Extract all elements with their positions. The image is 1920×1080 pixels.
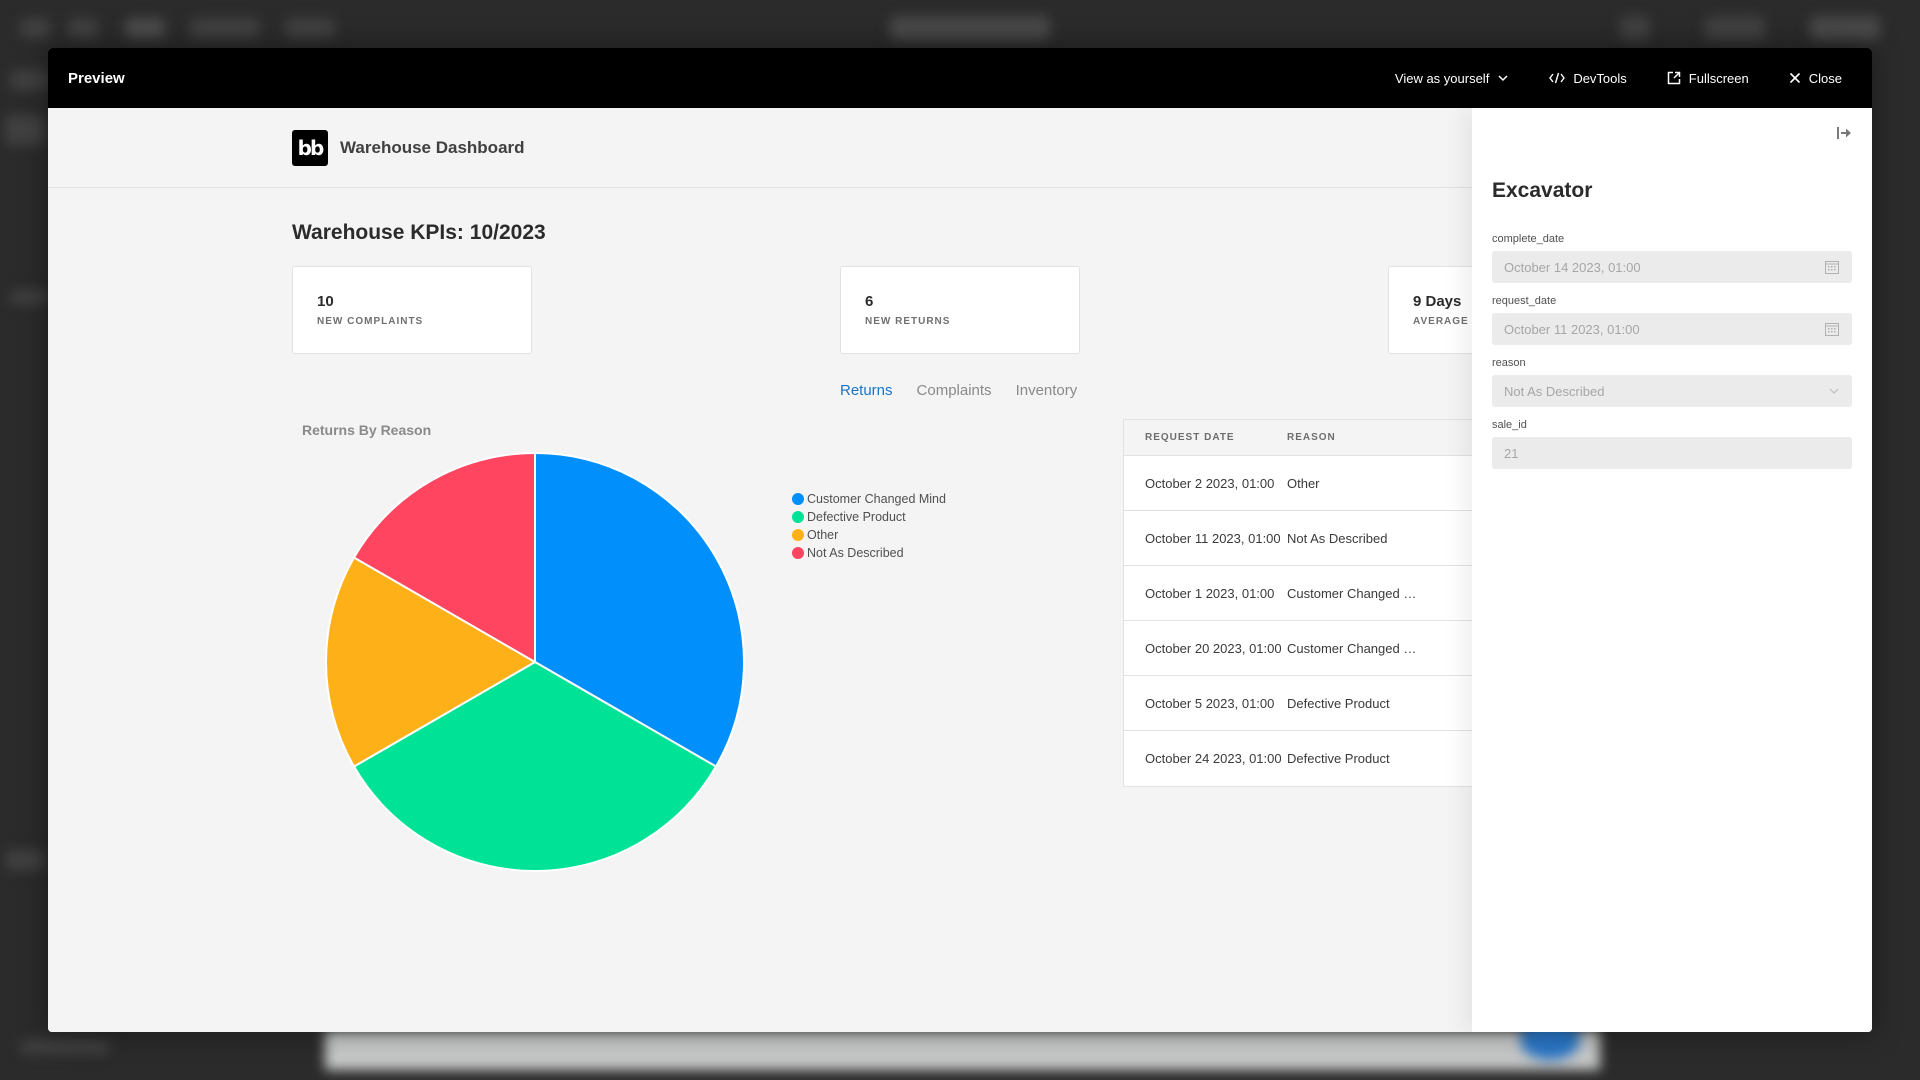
field-value: October 14 2023, 01:00 (1504, 259, 1641, 275)
cell-request-date: October 20 2023, 01:00 (1145, 640, 1282, 656)
legend-marker (792, 511, 804, 523)
table-header: Request Date Reason (1124, 420, 1483, 456)
legend-item[interactable]: Defective Product (792, 508, 946, 526)
external-link-icon (1667, 71, 1681, 85)
close-label: Close (1808, 70, 1842, 86)
field-value: 21 (1504, 445, 1519, 461)
legend-item[interactable]: Other (792, 526, 946, 544)
kpi-card-returns: 6 New Returns (840, 266, 1080, 354)
table-row[interactable]: October 20 2023, 01:00 Customer Changed … (1124, 621, 1483, 676)
code-icon (1549, 72, 1566, 84)
cell-reason: Defective Product (1287, 751, 1390, 766)
kpi-label: New Complaints (317, 316, 424, 327)
cell-reason: Other (1287, 475, 1320, 491)
calendar-icon[interactable] (1824, 321, 1840, 337)
tab-inventory[interactable]: Inventory (1016, 382, 1078, 399)
cell-reason: Customer Changed Mind (1287, 585, 1427, 601)
table-row[interactable]: October 2 2023, 01:00 Other (1124, 456, 1483, 511)
tab-complaints[interactable]: Complaints (917, 382, 992, 399)
table-row[interactable]: October 24 2023, 01:00 Defective Product (1124, 731, 1483, 786)
fullscreen-label: Fullscreen (1688, 70, 1749, 86)
table-row[interactable]: October 11 2023, 01:00 Not As Described (1124, 511, 1483, 566)
app-header: bb Warehouse Dashboard (48, 108, 1472, 188)
view-as-dropdown[interactable]: View as yourself (1375, 48, 1529, 108)
cell-request-date: October 2 2023, 01:00 (1145, 475, 1275, 491)
cell-request-date: October 1 2023, 01:00 (1145, 585, 1275, 601)
kpi-label: New Returns (865, 316, 951, 327)
reason-select[interactable]: Not As Described (1492, 375, 1852, 407)
chevron-down-icon (1497, 72, 1509, 84)
cell-reason: Not As Described (1287, 530, 1388, 546)
field-label: request_date (1492, 295, 1557, 307)
kpi-value: 10 (317, 293, 334, 310)
field-sale-id: sale_id 21 (1492, 419, 1852, 469)
field-reason: reason Not As Described (1492, 357, 1852, 407)
close-button[interactable]: Close (1769, 48, 1852, 108)
details-form: complete_date October 14 2023, 01:00 req… (1492, 233, 1852, 481)
legend-label: Defective Product (807, 510, 906, 524)
devtools-button[interactable]: DevTools (1529, 48, 1646, 108)
complete-date-input[interactable]: October 14 2023, 01:00 (1492, 251, 1852, 283)
preview-topbar: Preview View as yourself DevTools Fullsc… (48, 48, 1872, 108)
legend-marker (792, 493, 804, 505)
legend-label: Not As Described (807, 546, 904, 560)
collapse-panel-icon[interactable] (1836, 126, 1852, 145)
cell-request-date: October 11 2023, 01:00 (1145, 530, 1281, 546)
field-value: October 11 2023, 01:00 (1504, 321, 1640, 337)
calendar-icon[interactable] (1824, 259, 1840, 275)
field-request-date: request_date October 11 2023, 01:00 (1492, 295, 1852, 345)
view-as-label: View as yourself (1394, 70, 1490, 86)
preview-title: Preview (68, 69, 125, 87)
field-label: sale_id (1492, 419, 1527, 431)
app-title[interactable]: Warehouse Dashboard (340, 138, 525, 158)
request-date-input[interactable]: October 11 2023, 01:00 (1492, 313, 1852, 345)
sale-id-input[interactable]: 21 (1492, 437, 1852, 469)
cell-reason: Defective Product (1287, 695, 1390, 711)
legend-marker (792, 529, 804, 541)
chart-legend: Customer Changed Mind Defective Product … (792, 490, 946, 562)
app-logo[interactable]: bb (292, 129, 328, 166)
field-value: Not As Described (1504, 383, 1605, 399)
fullscreen-button[interactable]: Fullscreen (1647, 48, 1769, 108)
kpi-heading: Warehouse KPIs: 10/2023 (292, 221, 546, 244)
tab-returns[interactable]: Returns (840, 382, 893, 399)
preview-modal: Preview View as yourself DevTools Fullsc… (48, 48, 1872, 1032)
legend-marker (792, 547, 804, 559)
legend-item[interactable]: Not As Described (792, 544, 946, 562)
app-preview: bb Warehouse Dashboard Warehouse KPIs: 1… (48, 108, 1628, 1032)
legend-label: Customer Changed Mind (807, 492, 946, 506)
kpi-card-complaints: 10 New Complaints (292, 266, 532, 354)
table-row[interactable]: October 1 2023, 01:00 Customer Changed M… (1124, 566, 1483, 621)
devtools-label: DevTools (1573, 70, 1627, 86)
field-label: complete_date (1492, 233, 1565, 245)
table-row[interactable]: October 5 2023, 01:00 Defective Product (1124, 676, 1483, 731)
field-label: reason (1492, 357, 1526, 369)
chart-title: Returns By Reason (302, 422, 432, 438)
legend-label: Other (807, 528, 839, 542)
cell-request-date: October 24 2023, 01:00 (1145, 751, 1282, 766)
cell-request-date: October 5 2023, 01:00 (1145, 695, 1275, 711)
column-header-request-date[interactable]: Request Date (1124, 432, 1287, 443)
kpi-value: 6 (865, 293, 874, 310)
field-complete-date: complete_date October 14 2023, 01:00 (1492, 233, 1852, 283)
cell-reason: Customer Changed Mind (1287, 640, 1427, 656)
close-icon (1789, 72, 1801, 84)
panel-title: Excavator (1492, 179, 1593, 202)
chevron-down-icon (1828, 385, 1840, 397)
legend-item[interactable]: Customer Changed Mind (792, 490, 946, 508)
returns-table: Request Date Reason October 2 2023, 01:0… (1123, 419, 1483, 787)
row-details-side-panel: Excavator complete_date October 14 2023,… (1472, 108, 1872, 1032)
column-header-reason[interactable]: Reason (1287, 432, 1427, 443)
tabs: Returns Complaints Inventory (840, 382, 1077, 399)
